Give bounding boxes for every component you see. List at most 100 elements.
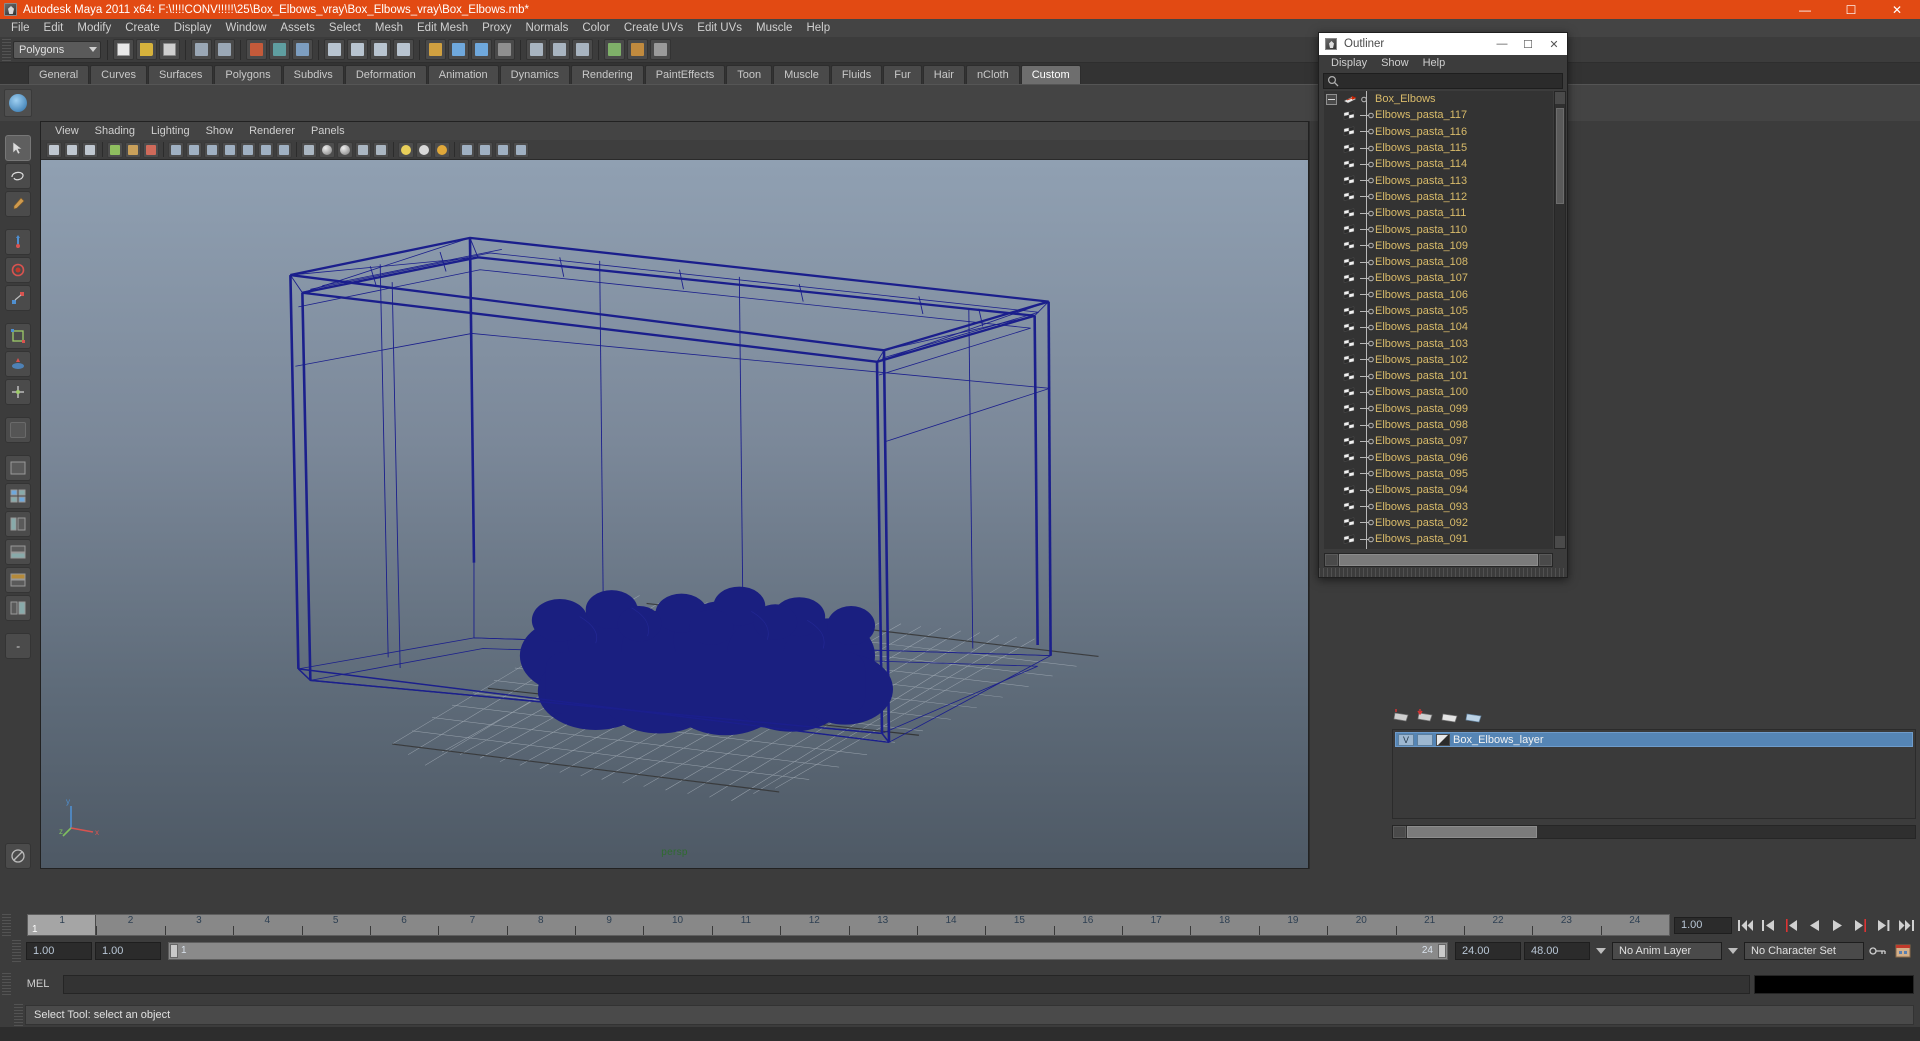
four-view-layout-button[interactable]	[5, 483, 31, 509]
outliner-item[interactable]: Elbows_pasta_100	[1324, 384, 1553, 400]
viewport-menu-shading[interactable]: Shading	[87, 122, 143, 140]
last-tool-used-button[interactable]	[5, 417, 31, 443]
animation-range-end-field[interactable]: 48.00	[1524, 942, 1590, 960]
menu-item-mesh[interactable]: Mesh	[368, 19, 410, 37]
two-d-pan-zoom-icon[interactable]	[143, 141, 159, 158]
universal-manipulator-button[interactable]	[5, 323, 31, 349]
layer-visibility-toggle[interactable]: V	[1398, 733, 1414, 746]
shelf-tab-ncloth[interactable]: nCloth	[965, 65, 1020, 84]
outliner-item[interactable]: Elbows_pasta_099	[1324, 401, 1553, 417]
outliner-resize-grip[interactable]	[1319, 568, 1567, 577]
viewport-menu-lighting[interactable]: Lighting	[143, 122, 198, 140]
create-layer-from-selected-icon[interactable]	[1416, 708, 1436, 724]
outliner-menu-display[interactable]: Display	[1324, 55, 1374, 72]
wireframe-shading-icon[interactable]	[301, 141, 317, 158]
show-manipulator-tool-button[interactable]	[5, 379, 31, 405]
anim-layer-dropdown-icon[interactable]	[1593, 942, 1609, 960]
outliner-item[interactable]: Elbows_pasta_098	[1324, 417, 1553, 433]
outliner-item[interactable]: Elbows_pasta_090	[1324, 547, 1553, 549]
grid-toggle-icon[interactable]	[168, 141, 184, 158]
select-by-hierarchy-button[interactable]	[246, 39, 267, 60]
go-to-start-button[interactable]	[1735, 916, 1755, 934]
menu-item-help[interactable]: Help	[799, 19, 837, 37]
viewport-menu-renderer[interactable]: Renderer	[241, 122, 303, 140]
outliner-item[interactable]: Elbows_pasta_105	[1324, 303, 1553, 319]
shelf-tab-fluids[interactable]: Fluids	[830, 65, 883, 84]
shelf-tab-animation[interactable]: Animation	[427, 65, 499, 84]
outliner-search-field[interactable]	[1323, 73, 1563, 89]
outliner-item[interactable]: Elbows_pasta_101	[1324, 368, 1553, 384]
more-layouts-button[interactable]: -	[5, 633, 31, 659]
outliner-item[interactable]: Elbows_pasta_104	[1324, 319, 1553, 335]
shelf-tab-deformation[interactable]: Deformation	[344, 65, 427, 84]
select-by-component-type-button[interactable]	[292, 39, 313, 60]
time-slider-grip[interactable]	[2, 914, 11, 936]
outliner-item[interactable]: Elbows_pasta_115	[1324, 140, 1553, 156]
shelf-tab-toon[interactable]: Toon	[726, 65, 773, 84]
viewport-menu-panels[interactable]: Panels	[303, 122, 353, 140]
scroll-right-arrow-icon[interactable]	[1539, 554, 1552, 566]
shelf-tab-dynamics[interactable]: Dynamics	[499, 65, 570, 84]
outliner-item[interactable]: Elbows_pasta_092	[1324, 515, 1553, 531]
menu-item-edit[interactable]: Edit	[37, 19, 71, 37]
shelf-tab-painteffects[interactable]: PaintEffects	[644, 65, 726, 84]
layer-list-horizontal-scrollbar[interactable]	[1392, 825, 1916, 839]
window-maximize-button[interactable]: ☐	[1828, 0, 1874, 19]
outliner-item[interactable]: Elbows_pasta_109	[1324, 238, 1553, 254]
safe-title-icon[interactable]	[276, 141, 292, 158]
select-camera-icon[interactable]	[46, 141, 62, 158]
viewport-menu-view[interactable]: View	[47, 122, 87, 140]
lock-camera-icon[interactable]	[64, 141, 80, 158]
menu-item-modify[interactable]: Modify	[70, 19, 118, 37]
snap-to-curve-button[interactable]	[347, 39, 368, 60]
paint-selection-button[interactable]	[627, 39, 648, 60]
menu-item-edit-uvs[interactable]: Edit UVs	[690, 19, 749, 37]
current-time-field[interactable]: 1.00	[1674, 916, 1732, 934]
play-backwards-button[interactable]	[1804, 916, 1824, 934]
lasso-tool-button[interactable]	[5, 163, 31, 189]
menu-set-selector[interactable]: Polygons	[13, 40, 101, 59]
viewport-menu-show[interactable]: Show	[198, 122, 242, 140]
new-scene-button[interactable]	[113, 39, 134, 60]
layer-color-swatch[interactable]	[1436, 733, 1450, 746]
shelf-tab-rendering[interactable]: Rendering	[570, 65, 644, 84]
smooth-proxy-button[interactable]	[650, 39, 671, 60]
scroll-left-arrow-icon[interactable]	[1393, 826, 1406, 838]
rotate-tool-button[interactable]	[5, 257, 31, 283]
resolution-gate-icon[interactable]	[204, 141, 220, 158]
shelf-tab-subdivs[interactable]: Subdivs	[282, 65, 344, 84]
scrollbar-thumb[interactable]	[1556, 108, 1564, 204]
outliner-menu-help[interactable]: Help	[1416, 55, 1453, 72]
outliner-item[interactable]: Elbows_pasta_107	[1324, 270, 1553, 286]
command-line-grip[interactable]	[2, 973, 11, 995]
use-default-lighting-icon[interactable]	[398, 141, 414, 158]
menu-item-muscle[interactable]: Muscle	[749, 19, 799, 37]
menu-item-display[interactable]: Display	[167, 19, 219, 37]
select-tool-button[interactable]	[5, 135, 31, 161]
outliner-item[interactable]: Elbows_pasta_106	[1324, 287, 1553, 303]
menu-item-assets[interactable]: Assets	[273, 19, 322, 37]
window-close-button[interactable]: ✕	[1874, 0, 1920, 19]
outliner-item[interactable]: Elbows_pasta_097	[1324, 433, 1553, 449]
menu-item-window[interactable]: Window	[218, 19, 273, 37]
move-tool-button[interactable]	[5, 229, 31, 255]
camera-attributes-icon[interactable]	[82, 141, 98, 158]
outliner-close-button[interactable]: ✕	[1541, 33, 1567, 55]
time-slider-track[interactable]: 1 1 2 3 4 5 6 7 8 9 10 11 12 13 14 15 16 17 18 19 20 21 22 23 2…	[27, 914, 1670, 936]
shelf-tab-polygons[interactable]: Polygons	[214, 65, 282, 84]
shelf-tab-hair[interactable]: Hair	[922, 65, 965, 84]
range-right-handle[interactable]	[1438, 944, 1446, 958]
menu-item-edit-mesh[interactable]: Edit Mesh	[410, 19, 475, 37]
auto-key-button[interactable]	[1867, 942, 1889, 960]
range-left-handle[interactable]	[170, 944, 178, 958]
menu-item-create-uvs[interactable]: Create UVs	[617, 19, 690, 37]
paint-selection-tool-button[interactable]	[5, 191, 31, 217]
shelf-item-custom-check[interactable]	[4, 89, 32, 117]
character-set-selector[interactable]: No Character Set	[1744, 942, 1864, 960]
persp-relationship-layout-button[interactable]	[5, 595, 31, 621]
step-back-frame-button[interactable]	[1758, 916, 1778, 934]
show-hide-tool-settings-button[interactable]	[549, 39, 570, 60]
step-forward-key-button[interactable]	[1850, 916, 1870, 934]
image-plane-icon[interactable]	[125, 141, 141, 158]
smooth-shade-selected-icon[interactable]	[337, 141, 353, 158]
